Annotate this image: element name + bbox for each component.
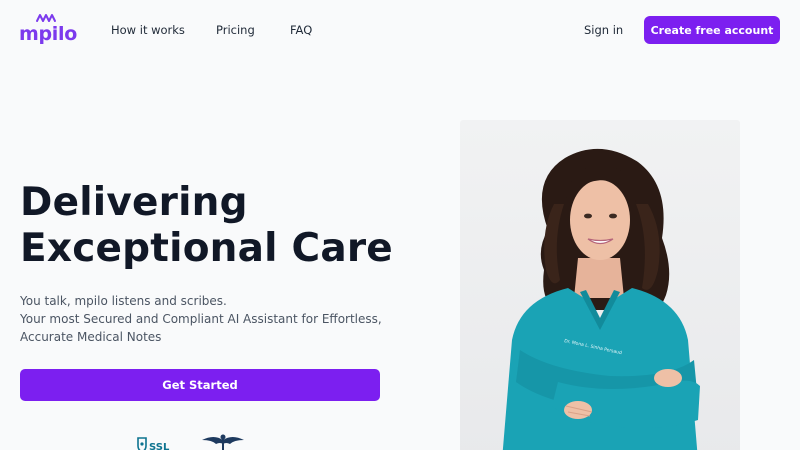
hero-subtitle-line-3: Accurate Medical Notes <box>20 330 162 344</box>
logo-mark-icon <box>36 14 56 22</box>
doctor-portrait-illustration: Dr. Mona L. Sinha Persaud <box>502 148 700 450</box>
sign-in-link[interactable]: Sign in <box>584 22 623 38</box>
eagle-seal-icon <box>202 434 244 450</box>
top-nav: mpilo How it works Pricing FAQ Sign in C… <box>0 0 800 60</box>
hero-subtitle-line-2: Your most Secured and Compliant AI Assis… <box>20 312 382 326</box>
nav-link-faq[interactable]: FAQ <box>290 22 312 38</box>
hero-subtitle: You talk, mpilo listens and scribes. You… <box>20 292 420 346</box>
create-account-button[interactable]: Create free account <box>644 16 780 44</box>
hero-title-line-1: Delivering <box>20 180 248 225</box>
brand-name: mpilo <box>19 23 77 45</box>
ssl-badge-label: SSL <box>149 442 170 450</box>
hero-subtitle-line-1: You talk, mpilo listens and scribes. <box>20 294 227 308</box>
brand-logo[interactable]: mpilo <box>19 13 77 47</box>
hero-title-line-2: Exceptional Care <box>20 226 393 271</box>
get-started-button[interactable]: Get Started <box>20 369 380 401</box>
nav-link-pricing[interactable]: Pricing <box>216 22 255 38</box>
doctor-portrait-image: Dr. Mona L. Sinha Persaud <box>460 120 740 450</box>
ssl-shield-icon: SSL <box>137 437 170 450</box>
hero-title: Delivering Exceptional Care <box>20 180 440 272</box>
nav-link-how-it-works[interactable]: How it works <box>111 22 185 38</box>
